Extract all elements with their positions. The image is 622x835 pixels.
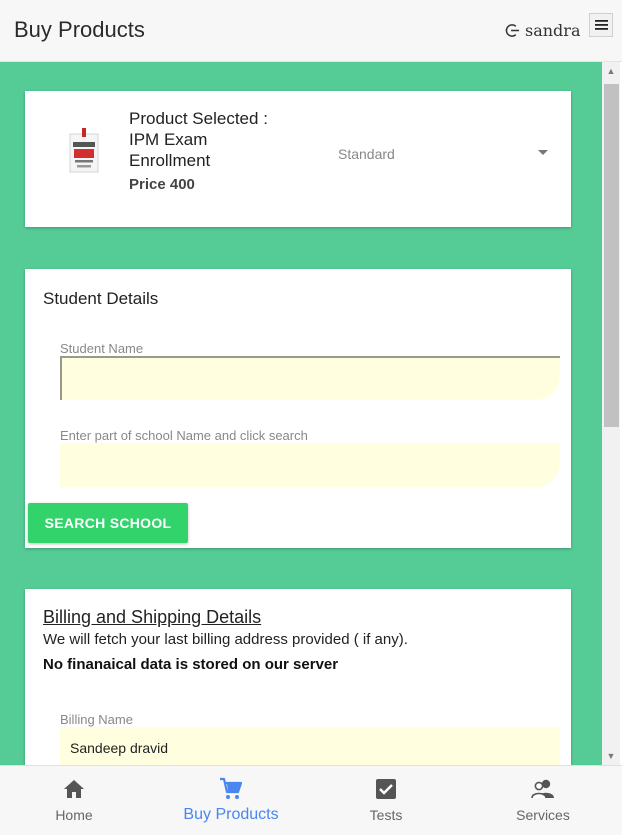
nav-services-label: Services [516,807,570,823]
logout-icon [505,24,520,37]
variant-select-value[interactable]: Standard [338,146,395,162]
home-icon [64,780,84,798]
nav-buy-products-label: Buy Products [183,806,279,823]
student-name-label: Student Name [60,341,144,356]
nav-home[interactable]: Home [9,766,139,835]
username: sandra [525,21,581,40]
product-selected-text: Product Selected : IPM Exam Enrollment [129,109,268,170]
billing-name-label: Billing Name [60,712,133,727]
scrollbar[interactable]: ▲ ▼ [602,62,620,765]
student-details-heading: Student Details [43,289,159,308]
menu-button[interactable] [589,13,613,37]
school-search-label: Enter part of school Name and click sear… [60,428,308,443]
people-icon [531,779,554,799]
bottom-navigation: Home Buy Products Tests Services [0,765,622,835]
nav-buy-products[interactable]: Buy Products [166,766,296,835]
billing-name-value: Sandeep dravid [70,740,169,756]
search-school-button[interactable]: SEARCH SCHOOL [28,503,188,543]
scroll-thumb[interactable] [604,84,619,427]
product-price: Price 400 [129,176,195,193]
student-details-card: Student Details Student Name Enter part … [25,269,571,548]
nav-home-label: Home [55,807,93,823]
billing-card: Billing and Shipping Details We will fet… [25,589,571,765]
nav-tests-label: Tests [369,807,403,823]
billing-heading: Billing and Shipping Details [43,607,262,627]
app-header: Buy Products sandra [0,0,622,62]
billing-name-field[interactable]: Sandeep dravid [60,727,560,765]
hamburger-menu-icon [594,20,608,30]
checkbox-icon [376,779,396,799]
page-title: Buy Products [14,17,145,42]
scroll-up-arrow-icon[interactable]: ▲ [602,62,620,80]
school-search-field[interactable] [60,443,560,487]
billing-note: We will fetch your last billing address … [43,631,408,648]
nav-services[interactable]: Services [478,766,608,835]
student-name-field[interactable] [60,356,560,400]
main-content[interactable]: Product Selected : IPM Exam Enrollment P… [0,62,602,765]
scroll-down-arrow-icon[interactable]: ▼ [602,747,620,765]
product-image [69,128,99,173]
cart-icon [220,777,243,799]
user-logout[interactable]: sandra [505,21,580,40]
product-card: Product Selected : IPM Exam Enrollment P… [25,91,571,227]
dropdown-arrow-icon[interactable] [538,150,548,155]
nav-tests[interactable]: Tests [321,766,451,835]
billing-privacy-note: No finanaical data is stored on our serv… [43,656,339,673]
